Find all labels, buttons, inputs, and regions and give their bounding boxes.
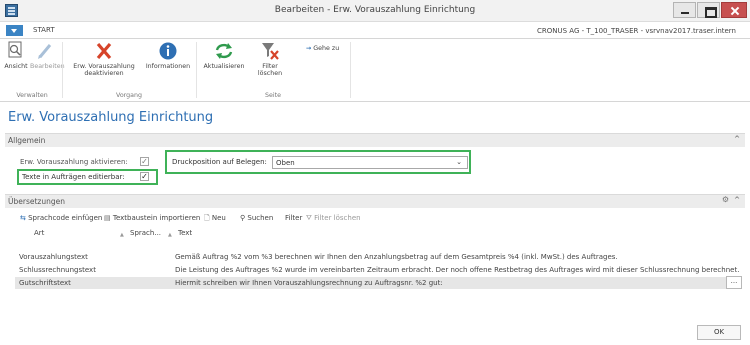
new-document-icon: 🗋 <box>204 214 210 222</box>
page-title: Erw. Vorauszahlung Einrichtung <box>8 110 214 125</box>
window-controls <box>672 2 747 18</box>
window-title: Bearbeiten - Erw. Vorauszahlung Einricht… <box>274 5 476 15</box>
column-header-art[interactable]: Art <box>34 229 44 237</box>
deactivate-prepayment-button[interactable]: Erw. Vorauszahlung deaktivieren <box>66 41 142 77</box>
group-label-verwalten: Verwalten <box>16 92 48 99</box>
clear-filter-small-icon: ⛛ <box>306 214 312 222</box>
informationen-label: Informationen <box>145 63 191 70</box>
table-row-selected[interactable]: Gutschriftstext Hiermit schreiben wir Ih… <box>15 276 742 289</box>
import-text-label: Textbaustein importieren <box>112 214 201 222</box>
title-bar: Bearbeiten - Erw. Vorauszahlung Einricht… <box>0 0 750 22</box>
sort-arrow-icon: ▲ <box>120 232 124 238</box>
section-allgemein-header[interactable]: Allgemein ^ <box>5 133 745 147</box>
insert-language-code-button[interactable]: ⇆ Sprachcode einfügen <box>20 214 102 222</box>
bearbeiten-button[interactable]: Bearbeiten <box>30 41 65 70</box>
collapse-caret-icon[interactable]: ^ <box>734 135 740 143</box>
new-button[interactable]: 🗋 Neu <box>204 214 226 225</box>
collapse-caret-icon[interactable]: ^ <box>734 196 740 204</box>
cell-art: Schlussrechnungstext <box>19 266 96 274</box>
cell-art: Gutschriftstext <box>19 279 71 287</box>
company-info: CRONUS AG - T_100_TRASER - vsrvnav2017.t… <box>536 27 736 35</box>
bearbeiten-label: Bearbeiten <box>30 63 65 70</box>
assist-edit-button[interactable]: ... <box>726 276 742 289</box>
group-label-vorgang: Vorgang <box>116 92 142 99</box>
ok-button[interactable]: OK <box>697 325 741 340</box>
section-translations-header[interactable]: Übersetzungen ⚙ ^ <box>5 194 745 208</box>
deactivate-label-line1: Erw. Vorauszahlung <box>73 63 135 70</box>
edit-pencil-icon <box>38 44 52 59</box>
tab-start[interactable]: START <box>33 26 55 34</box>
column-header-sprach[interactable]: Sprach... <box>130 229 161 237</box>
cell-text: Die Leistung des Auftrages %2 wurde im v… <box>175 266 740 274</box>
maximize-icon[interactable] <box>697 2 720 18</box>
editable-texts-label: Texte in Aufträgen editierbar: <box>22 173 125 181</box>
ansicht-label: Ansicht <box>4 63 28 70</box>
clear-filter-toolbar-label: Filter löschen <box>314 214 361 222</box>
close-icon[interactable] <box>721 2 747 18</box>
table-row[interactable]: Vorauszahlungstext Gemäß Auftrag %2 vom … <box>15 251 742 263</box>
cell-text: Gemäß Auftrag %2 vom %3 berechnen wir Ih… <box>175 253 618 261</box>
section-translations-title: Übersetzungen <box>8 197 65 206</box>
group-divider <box>350 42 351 98</box>
tab-strip: START CRONUS AG - T_100_TRASER - vsrvnav… <box>0 22 750 39</box>
filter-button[interactable]: Filter <box>285 214 302 222</box>
cell-art: Vorauszahlungstext <box>19 253 88 261</box>
arrow-right-icon: → <box>306 45 312 52</box>
red-x-icon <box>96 42 112 60</box>
search-label: Suchen <box>247 214 274 222</box>
clear-filter-toolbar-button[interactable]: ⛛ Filter löschen <box>306 214 361 223</box>
group-divider <box>62 42 63 98</box>
aktualisieren-label: Aktualisieren <box>203 63 245 70</box>
binoculars-icon: ⚲ <box>240 214 246 222</box>
app-menu-button[interactable] <box>6 25 23 36</box>
print-position-select[interactable]: Oben ⌄ <box>272 156 468 169</box>
clear-filter-label-line2: löschen <box>257 70 283 77</box>
group-divider <box>196 42 197 98</box>
ansicht-button[interactable]: Ansicht <box>4 41 28 70</box>
clear-filter-button[interactable]: Filter löschen <box>255 41 285 77</box>
print-position-value: Oben <box>276 159 295 167</box>
new-label: Neu <box>211 214 226 222</box>
search-button[interactable]: ⚲ Suchen <box>240 214 273 222</box>
info-icon <box>159 42 177 60</box>
aktualisieren-button[interactable]: Aktualisieren <box>200 41 248 70</box>
group-label-seite: Seite <box>265 92 281 99</box>
chevron-down-icon: ⌄ <box>456 158 462 166</box>
gehe-zu-label: Gehe zu <box>313 45 340 52</box>
print-position-label: Druckposition auf Belegen: <box>172 158 267 166</box>
refresh-icon <box>215 43 233 59</box>
informationen-button[interactable]: Informationen <box>143 41 193 70</box>
cell-text: Hiermit schreiben wir Ihnen Vorauszahlun… <box>175 279 443 287</box>
ribbon: Ansicht Bearbeiten Erw. Vorauszahlung de… <box>0 39 750 102</box>
insert-language-code-label: Sprachcode einfügen <box>28 214 103 222</box>
clear-filter-label-line1: Filter <box>262 63 278 70</box>
table-row[interactable]: Schlussrechnungstext Die Leistung des Au… <box>15 264 742 276</box>
settings-gear-icon[interactable]: ⚙ <box>722 195 729 204</box>
section-allgemein-title: Allgemein <box>8 136 46 145</box>
column-header-text[interactable]: Text <box>178 229 192 237</box>
language-icon: ⇆ <box>20 214 26 222</box>
gehe-zu-button[interactable]: → Gehe zu <box>306 45 339 52</box>
editable-texts-checkbox[interactable]: ✓ <box>140 172 149 181</box>
minimize-icon[interactable] <box>673 2 696 18</box>
import-text-button[interactable]: ▤ Textbaustein importieren <box>104 214 200 222</box>
activate-prepayment-checkbox[interactable]: ✓ <box>140 157 149 166</box>
import-icon: ▤ <box>104 214 111 222</box>
view-icon <box>8 41 22 58</box>
deactivate-label-line2: deaktivieren <box>84 70 124 77</box>
activate-prepayment-label: Erw. Vorauszahlung aktivieren: <box>20 158 128 166</box>
clear-filter-icon <box>262 43 279 60</box>
sort-arrow-icon: ▲ <box>168 232 172 238</box>
